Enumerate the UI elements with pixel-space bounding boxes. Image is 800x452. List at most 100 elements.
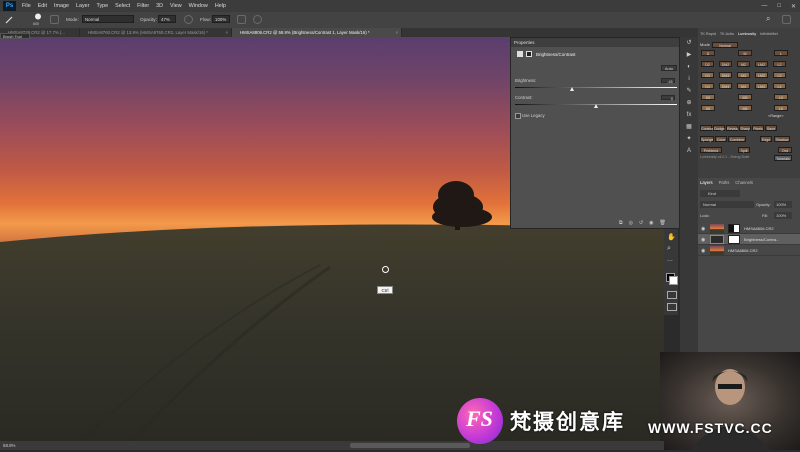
- lumi-btn-color[interactable]: Color: [715, 136, 727, 142]
- tab-close-icon[interactable]: ×: [395, 28, 398, 37]
- contrast-slider-thumb[interactable]: [594, 104, 598, 108]
- lumi-btn-split[interactable]: Split: [738, 147, 750, 153]
- zoom-tool-icon[interactable]: ⌕: [667, 245, 671, 253]
- lumi-mask-button[interactable]: DM4: [719, 83, 732, 89]
- lumi-mask-button[interactable]: L5: [774, 94, 788, 100]
- info-icon[interactable]: i: [685, 76, 693, 82]
- tab-close-icon[interactable]: ×: [225, 28, 228, 37]
- lumi-mask-button[interactable]: M3: [737, 72, 750, 78]
- lumi-mask-button[interactable]: L4: [773, 83, 786, 89]
- menu-file[interactable]: File: [22, 3, 31, 9]
- menu-image[interactable]: Image: [54, 3, 69, 9]
- minimize-button[interactable]: —: [761, 3, 767, 9]
- opacity-field[interactable]: 47%: [158, 15, 176, 23]
- more-tools-icon[interactable]: …: [667, 257, 673, 263]
- lumi-tutorials[interactable]: Tutorials: [774, 155, 792, 161]
- lumi-btn-shadow[interactable]: Shadow: [774, 136, 790, 142]
- lumi-mask-button[interactable]: D5: [701, 94, 715, 100]
- clip-icon[interactable]: ⧉: [619, 220, 623, 226]
- background-color-swatch[interactable]: [669, 276, 678, 285]
- lumi-btn-save[interactable]: Save: [765, 125, 777, 131]
- lumi-btn-reveal[interactable]: Reveal: [726, 125, 738, 131]
- layer-row[interactable]: ◉ Brightness/Contra...: [698, 234, 800, 245]
- lumi-mask-button[interactable]: M5: [738, 94, 752, 100]
- lumi-mask-button[interactable]: L2: [773, 61, 786, 67]
- lumi-mask-button[interactable]: LM2: [755, 61, 768, 67]
- contrast-field[interactable]: 0: [661, 95, 675, 101]
- menu-window[interactable]: Window: [189, 3, 208, 9]
- lumi-btn-sharp[interactable]: Sharp: [739, 125, 751, 131]
- mask-icon[interactable]: [526, 51, 532, 57]
- lumi-mask-button[interactable]: D3: [701, 72, 714, 78]
- layer-row[interactable]: ◉ HMSA8806.CR2: [698, 223, 800, 234]
- eye-icon[interactable]: ◉: [701, 237, 705, 243]
- layer-row[interactable]: ◉ HMSA8806.CR2: [698, 245, 800, 256]
- lumi-mask-button[interactable]: D6: [701, 105, 715, 111]
- menu-help[interactable]: Help: [215, 3, 226, 9]
- pressure-opacity-icon[interactable]: [184, 15, 193, 24]
- brush-settings-icon[interactable]: ✎: [685, 88, 693, 94]
- lumi-mask-button[interactable]: DM3: [719, 72, 732, 78]
- tab-tk-actions[interactable]: TK Actio: [720, 32, 734, 38]
- tab-hmsa8760[interactable]: HMSA8760.CR2 @ 13.9% (HMSA8760.CR2, Laye…: [80, 28, 232, 37]
- screen-mode-icon[interactable]: [667, 303, 677, 311]
- tab-hmsa8806[interactable]: HMSA8806.CR2 @ 58.8% (Brightness/Contras…: [232, 28, 402, 37]
- mode-select[interactable]: Normal: [82, 15, 134, 23]
- layer-mask-thumbnail[interactable]: [728, 224, 740, 233]
- actions-icon[interactable]: ▶: [685, 52, 693, 58]
- lumi-mask-button[interactable]: M: [738, 50, 752, 56]
- lumi-mask-button[interactable]: M4: [737, 83, 750, 89]
- trash-icon[interactable]: 🗑: [660, 220, 666, 226]
- layer-mask-thumbnail[interactable]: [728, 235, 740, 244]
- airbrush-icon[interactable]: [237, 15, 246, 24]
- hand-tool-icon[interactable]: ✋: [667, 233, 676, 241]
- maximize-button[interactable]: □: [777, 3, 781, 9]
- lumi-btn-combine[interactable]: Combine: [728, 136, 746, 142]
- lumi-btn-pixels[interactable]: Pixels: [752, 125, 764, 131]
- eye-icon[interactable]: ◉: [701, 226, 705, 232]
- lumi-mask-button[interactable]: D: [701, 50, 715, 56]
- scroll-thumb[interactable]: [350, 443, 470, 448]
- lumi-btn-sponge[interactable]: Sponge: [700, 136, 714, 142]
- lumi-mask-button[interactable]: LM4: [755, 83, 768, 89]
- lumi-range[interactable]: <Range>: [768, 114, 784, 118]
- menu-layer[interactable]: Layer: [76, 3, 90, 9]
- tab-tk-rapid[interactable]: TK Rapid: [700, 32, 716, 38]
- close-button[interactable]: ✕: [791, 3, 796, 10]
- swatches-icon[interactable]: ▦: [685, 124, 693, 130]
- tab-layers[interactable]: Layers: [700, 180, 713, 185]
- brush-tool-icon[interactable]: [5, 15, 14, 24]
- pressure-size-icon[interactable]: [253, 15, 262, 24]
- brightness-slider-thumb[interactable]: [570, 87, 574, 91]
- layer-opacity-field[interactable]: 100%: [774, 201, 792, 208]
- lumi-mode-select[interactable]: Normal: [712, 42, 738, 48]
- visibility-icon[interactable]: ◉: [649, 220, 653, 226]
- lumi-mask-button[interactable]: M6: [738, 105, 752, 111]
- lumi-mask-button[interactable]: L: [774, 50, 788, 56]
- layer-filter-kind[interactable]: Kind: [700, 190, 740, 197]
- tab-paths[interactable]: Paths: [719, 180, 730, 185]
- layer-blend-mode[interactable]: Normal: [700, 201, 754, 208]
- clone-icon[interactable]: ⊕: [685, 100, 693, 106]
- quick-mask-icon[interactable]: [667, 291, 677, 299]
- menu-3d[interactable]: 3D: [156, 3, 163, 9]
- workspace-icon[interactable]: [782, 15, 791, 24]
- glyphs-icon[interactable]: A: [685, 148, 693, 154]
- menu-select[interactable]: Select: [115, 3, 130, 9]
- lumi-mask-button[interactable]: LM3: [755, 72, 768, 78]
- lumi-btn-dodge[interactable]: Dodge: [713, 125, 725, 131]
- tab-infinite[interactable]: InfiniteMet: [760, 32, 778, 38]
- auto-button[interactable]: Auto: [661, 65, 677, 71]
- styles-icon[interactable]: fx: [685, 112, 693, 118]
- horizontal-scrollbar[interactable]: [0, 441, 664, 450]
- lumi-btn-contrast[interactable]: Contrast: [700, 125, 715, 131]
- adjust-icon[interactable]: ◐: [685, 64, 693, 70]
- paths-icon[interactable]: ✦: [685, 136, 693, 142]
- lumi-mask-button[interactable]: L6: [774, 105, 788, 111]
- view-previous-icon[interactable]: ◎: [629, 220, 633, 226]
- fill-field[interactable]: 100%: [774, 212, 792, 219]
- use-legacy-checkbox[interactable]: [515, 113, 521, 119]
- search-icon[interactable]: ⌕: [766, 14, 770, 23]
- menu-view[interactable]: View: [170, 3, 182, 9]
- tab-channels[interactable]: Channels: [735, 180, 753, 185]
